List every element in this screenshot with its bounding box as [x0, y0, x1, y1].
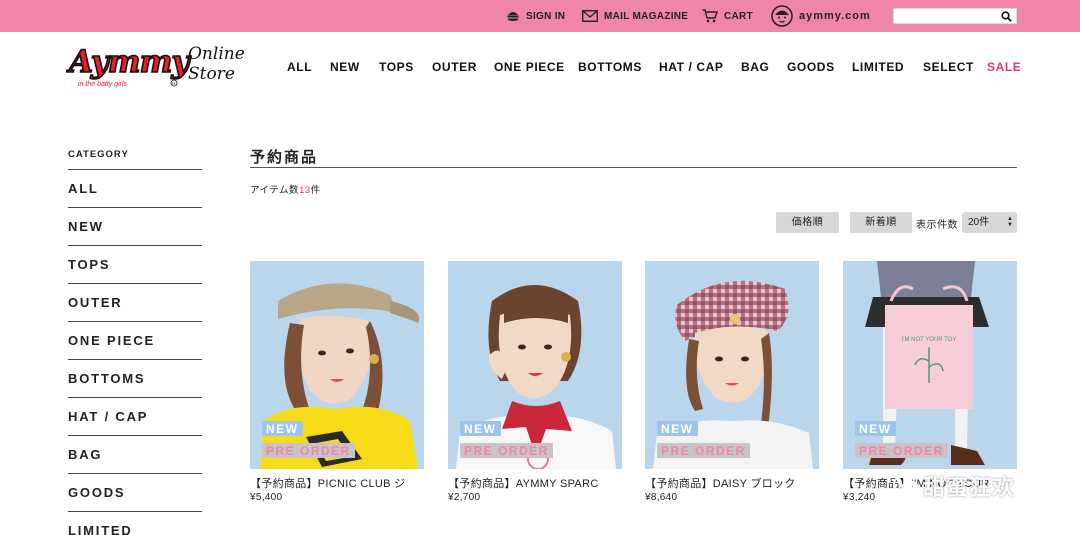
new-badge: NEW — [262, 421, 303, 436]
wechat-watermark: 甜蜜狂欢 — [893, 470, 1015, 502]
search-input[interactable] — [894, 12, 998, 27]
new-badge: NEW — [855, 421, 896, 436]
nav-hat-cap[interactable]: HAT / CAP — [659, 60, 724, 74]
mail-magazine-link[interactable]: MAIL MAGAZINE — [582, 0, 688, 32]
sort-by-price-button[interactable]: 価格順 — [776, 212, 839, 233]
product-card[interactable]: NEW PRE ORDER 【予約商品】PICNIC CLUB ジ ¥5,400 — [250, 261, 424, 503]
product-price: ¥5,400 — [250, 492, 283, 503]
category-sidebar: CATEGORY ALL NEW TOPS OUTER ONE PIECE BO… — [68, 148, 202, 535]
product-photo-illustration — [645, 261, 819, 469]
product-image[interactable]: NEW PRE ORDER — [250, 261, 424, 469]
svg-text:R: R — [172, 81, 175, 86]
product-name[interactable]: 【予約商品】PICNIC CLUB ジ — [250, 475, 424, 489]
product-name[interactable]: 【予約商品】DAISY ブロック — [645, 475, 819, 489]
main-nav: ALL NEW TOPS OUTER ONE PIECE BOTTOMS HAT… — [0, 60, 1080, 78]
product-photo-illustration — [250, 261, 424, 469]
new-badge: NEW — [460, 421, 501, 436]
product-price: ¥8,640 — [645, 492, 678, 503]
sidebar-item-one-piece[interactable]: ONE PIECE — [68, 322, 202, 360]
product-card[interactable]: NEW PRE ORDER 【予約商品】AYMMY SPARC ¥2,700 — [448, 261, 622, 503]
product-price: ¥2,700 — [448, 492, 481, 503]
product-image[interactable]: NEW PRE ORDER — [448, 261, 622, 469]
sign-in-icon — [507, 12, 519, 21]
sidebar-item-all[interactable]: ALL — [68, 170, 202, 208]
product-photo-illustration — [448, 261, 622, 469]
item-count-value: 13 — [299, 185, 311, 196]
site-label: aymmy.com — [799, 10, 871, 22]
product-name[interactable]: 【予約商品】AYMMY SPARC — [448, 475, 622, 489]
pre-order-badge: PRE ORDER — [262, 443, 355, 458]
new-badge: NEW — [657, 421, 698, 436]
cart-link[interactable]: CART — [702, 0, 753, 32]
logo-tagline-text: in the batty girls — [78, 81, 128, 88]
nav-new[interactable]: NEW — [330, 60, 360, 74]
sidebar-item-new[interactable]: NEW — [68, 208, 202, 246]
site-link[interactable]: aymmy.com — [771, 0, 871, 32]
product-photo-illustration: I'M NOT YOUR TOY — [843, 261, 1017, 469]
product-image[interactable]: I'M NOT YOUR TOY NEW PRE ORDER — [843, 261, 1017, 469]
pre-order-badge: PRE ORDER — [855, 443, 948, 458]
product-card[interactable]: I'M NOT YOUR TOY NEW PRE ORDER 【予約商品】I'M… — [843, 261, 1017, 503]
cart-label: CART — [724, 10, 753, 22]
item-count-suffix: 件 — [310, 185, 321, 196]
nav-select[interactable]: SELECT — [923, 60, 974, 74]
wechat-icon — [893, 475, 919, 496]
per-page-value: 20件 — [968, 217, 990, 228]
sidebar-item-goods[interactable]: GOODS — [68, 474, 202, 512]
nav-all[interactable]: ALL — [287, 60, 312, 74]
nav-one-piece[interactable]: ONE PIECE — [494, 60, 565, 74]
search-box[interactable] — [893, 8, 1017, 27]
pre-order-badge: PRE ORDER — [657, 443, 750, 458]
girl-face-icon — [771, 5, 793, 27]
category-title: CATEGORY — [68, 148, 202, 170]
watermark-text: 甜蜜狂欢 — [923, 475, 1016, 500]
select-arrows-icon: ▲ ▼ — [1007, 216, 1013, 228]
sidebar-item-bottoms[interactable]: BOTTOMS — [68, 360, 202, 398]
nav-tops[interactable]: TOPS — [379, 60, 414, 74]
nav-sale[interactable]: SALE — [987, 60, 1021, 74]
product-image[interactable]: NEW PRE ORDER — [645, 261, 819, 469]
product-card[interactable]: NEW PRE ORDER 【予約商品】DAISY ブロック ¥8,640 — [645, 261, 819, 503]
sign-in-link[interactable]: SIGN IN — [506, 0, 565, 32]
page-title: 予約商品 — [250, 146, 1017, 168]
sidebar-item-outer[interactable]: OUTER — [68, 284, 202, 322]
svg-text:I'M NOT YOUR TOY: I'M NOT YOUR TOY — [902, 337, 957, 343]
sign-in-label: SIGN IN — [526, 10, 566, 22]
per-page-label: 表示件数 — [916, 220, 958, 231]
nav-goods[interactable]: GOODS — [787, 60, 835, 74]
sidebar-item-bag[interactable]: BAG — [68, 436, 202, 474]
nav-bag[interactable]: BAG — [741, 60, 769, 74]
pre-order-badge: PRE ORDER — [460, 443, 553, 458]
top-utility-bar: SIGN IN MAIL MAGAZINE CART aymmy.com — [0, 0, 1080, 32]
sidebar-item-hat-cap[interactable]: HAT / CAP — [68, 398, 202, 436]
mail-magazine-label: MAIL MAGAZINE — [604, 10, 689, 22]
per-page-select[interactable]: 20件 ▲ ▼ — [962, 212, 1017, 233]
nav-bottoms[interactable]: BOTTOMS — [578, 60, 642, 74]
nav-limited[interactable]: LIMITED — [852, 60, 904, 74]
sidebar-item-tops[interactable]: TOPS — [68, 246, 202, 284]
sidebar-item-limited[interactable]: LIMITED — [68, 512, 202, 535]
item-count-prefix: アイテム数 — [250, 185, 300, 196]
search-icon[interactable] — [1001, 11, 1012, 22]
sort-by-new-button[interactable]: 新着順 — [850, 212, 912, 233]
nav-outer[interactable]: OUTER — [432, 60, 477, 74]
cart-icon — [702, 9, 718, 23]
item-count: アイテム数13件 — [250, 182, 321, 196]
mail-icon — [582, 10, 598, 22]
